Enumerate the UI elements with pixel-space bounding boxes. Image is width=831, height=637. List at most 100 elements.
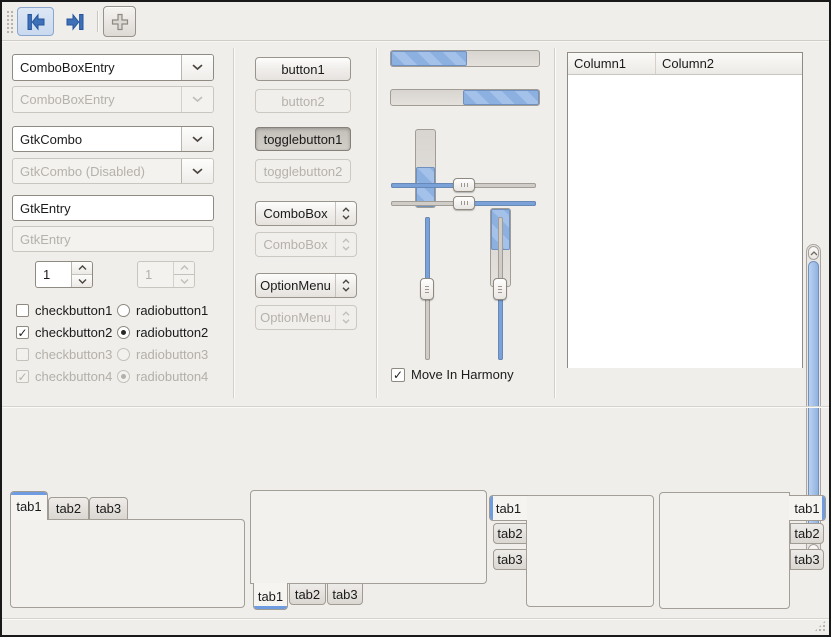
tab-label: tab1	[496, 501, 521, 516]
toolbar-grip-handle[interactable]	[6, 10, 15, 34]
scale-slider-handle[interactable]	[493, 278, 507, 300]
toolbar-divider	[2, 40, 829, 41]
notebook-right-tab2[interactable]: tab2	[790, 523, 824, 544]
go-last-icon	[63, 10, 87, 34]
combobox-button[interactable]: ComboBox	[255, 201, 357, 226]
notebook-top-tab1[interactable]: tab1	[10, 491, 48, 520]
bottom-separator	[2, 618, 829, 619]
notebook-bottom-tab3[interactable]: tab3	[327, 583, 363, 605]
notebook-right-tab1[interactable]: tab1	[789, 495, 826, 521]
widget-factory-window: checkbutton1 radiobutton1 ✓checkbutton2 …	[0, 0, 831, 637]
treeview-header: Column1 Column2	[568, 53, 802, 75]
button1[interactable]: button1	[255, 57, 351, 81]
chevron-down-icon	[192, 136, 203, 143]
progress-fill	[391, 51, 467, 66]
progressbar-horizontal-right	[390, 89, 540, 106]
radio-icon	[117, 348, 130, 361]
scale-slider-handle[interactable]	[420, 278, 434, 300]
vscale-fill-bottom[interactable]	[493, 217, 507, 360]
optionmenu-label: OptionMenu	[256, 278, 335, 293]
spinbutton-disabled-input	[138, 262, 173, 287]
scroll-up-button[interactable]	[808, 246, 819, 260]
gtkentry-disabled-input	[13, 227, 213, 251]
tab-label: tab2	[794, 526, 819, 541]
tab-label: tab2	[56, 501, 81, 516]
check-radio-group: checkbutton1 radiobutton1 ✓checkbutton2 …	[16, 303, 208, 384]
column-header-column1[interactable]: Column1	[568, 53, 656, 74]
combobox-label: ComboBox	[256, 206, 335, 221]
notebook-right-tab3[interactable]: tab3	[790, 549, 824, 570]
spin-up-button[interactable]	[72, 262, 92, 274]
chevrons-up-down-icon	[335, 202, 356, 225]
resize-grip[interactable]	[814, 620, 826, 632]
comboboxentry-disabled-input	[13, 87, 181, 112]
radiobutton1-label: radiobutton1	[136, 303, 208, 318]
optionmenu-button-disabled: OptionMenu	[255, 305, 357, 330]
gtkcombo	[12, 126, 214, 152]
go-last-button[interactable]	[56, 7, 93, 36]
togglebutton1[interactable]: togglebutton1	[255, 127, 351, 151]
notebook-top-tab2[interactable]: tab2	[48, 497, 89, 520]
tab-label: tab1	[16, 499, 41, 514]
hscale-fill-left[interactable]	[391, 178, 536, 192]
tab-label: tab3	[794, 552, 819, 567]
notebook-left-tab3[interactable]: tab3	[493, 549, 527, 570]
scale-slider-handle[interactable]	[453, 178, 475, 192]
column2-label: Column2	[662, 56, 714, 71]
tab-label: tab3	[497, 552, 522, 567]
radiobutton1[interactable]: radiobutton1	[117, 303, 208, 318]
progressbar-horizontal-left	[390, 50, 540, 67]
progress-fill	[463, 90, 539, 105]
checkbutton1[interactable]: checkbutton1	[16, 303, 117, 318]
chevron-down-icon	[78, 278, 87, 284]
spinbutton-steppers	[71, 262, 92, 287]
spin-up-button	[174, 262, 194, 274]
spin-down-button[interactable]	[72, 274, 92, 287]
spinbutton-input[interactable]	[36, 262, 71, 287]
column-header-column2[interactable]: Column2	[656, 53, 802, 74]
gtkcombo-disabled	[12, 158, 214, 184]
go-first-button[interactable]	[17, 7, 54, 36]
plus-icon	[108, 10, 132, 34]
notebook-top-tab3[interactable]: tab3	[89, 497, 128, 520]
tab-label: tab2	[295, 587, 320, 602]
combobox-disabled-label: ComboBox	[256, 237, 335, 252]
optionmenu-button[interactable]: OptionMenu	[255, 273, 357, 298]
notebook-bottom-tab1[interactable]: tab1	[253, 583, 288, 610]
checkbutton4: ✓checkbutton4	[16, 369, 117, 384]
gtkcombo-disabled-input	[13, 159, 181, 183]
radiobutton2-label: radiobutton2	[136, 325, 208, 340]
scale-slider-handle[interactable]	[453, 196, 475, 210]
chevrons-up-down-icon	[335, 274, 356, 297]
chevron-down-icon	[192, 96, 203, 103]
tab-label: tab3	[332, 587, 357, 602]
gtkentry	[12, 195, 214, 221]
tab-label: tab3	[96, 501, 121, 516]
notebook-left-tab1[interactable]: tab1	[489, 495, 527, 521]
radiobutton4: radiobutton4	[117, 369, 208, 384]
notebook-bottom-tab2[interactable]: tab2	[289, 583, 326, 605]
chevron-up-icon	[78, 265, 87, 271]
gtkcombo-input[interactable]	[13, 127, 181, 151]
notebook-left-tab2[interactable]: tab2	[493, 523, 527, 544]
spinbutton	[35, 261, 93, 288]
comboboxentry-dropdown-button[interactable]	[181, 55, 213, 80]
tab-label: tab1	[258, 589, 283, 604]
vscale-fill-top[interactable]	[420, 217, 434, 360]
treeview-body[interactable]	[568, 75, 802, 368]
notebook-left-content	[526, 495, 654, 607]
gtkcombo-disabled-dropdown-button[interactable]	[181, 159, 213, 183]
checkbutton3: checkbutton3	[16, 347, 117, 362]
add-button[interactable]	[103, 6, 136, 37]
optionmenu-disabled-label: OptionMenu	[256, 310, 335, 325]
gtkentry-input[interactable]	[13, 196, 213, 220]
comboboxentry-input[interactable]	[13, 55, 181, 80]
gtkcombo-dropdown-button[interactable]	[181, 127, 213, 151]
hscale-fill-right[interactable]	[391, 196, 536, 210]
move-in-harmony-checkbutton[interactable]: ✓ Move In Harmony	[391, 367, 514, 382]
checkbox-checked-icon: ✓	[391, 368, 405, 382]
radiobutton2[interactable]: radiobutton2	[117, 325, 208, 340]
toolbar-separator	[97, 11, 98, 32]
checkbutton3-label: checkbutton3	[35, 347, 112, 362]
checkbutton2[interactable]: ✓checkbutton2	[16, 325, 117, 340]
